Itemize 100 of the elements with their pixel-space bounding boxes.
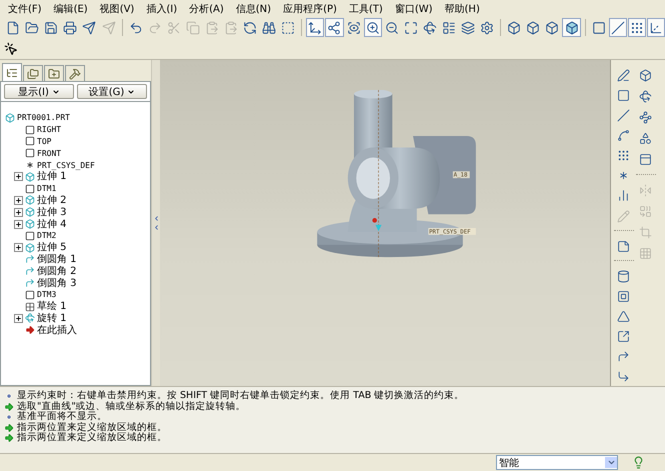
zoom-in-button[interactable] (364, 18, 382, 37)
shaded-cube-button[interactable] (562, 18, 581, 37)
cut-icon (166, 20, 181, 34)
expand-toggle[interactable] (14, 172, 23, 182)
model-tree-tab[interactable] (2, 63, 22, 81)
extrude-icon (25, 195, 35, 206)
spin-center-button[interactable] (325, 18, 344, 37)
orientation-button[interactable] (306, 18, 324, 37)
datum-plane-icon (25, 290, 35, 300)
trim-icon (639, 226, 652, 239)
filter-dropdown[interactable]: 智能 (496, 455, 618, 470)
dropdown-button[interactable]: 设置(G) (77, 84, 147, 99)
mirror-icon (639, 184, 652, 197)
menu-item[interactable]: 帮助(H) (438, 2, 486, 16)
settings-icon (480, 20, 494, 34)
round-icon (25, 278, 35, 288)
tree-item[interactable]: 草绘 1 (37, 301, 67, 312)
tree-item[interactable]: 拉伸 1 (37, 171, 67, 182)
datum-plane-icon (617, 88, 630, 102)
menu-item[interactable]: 编辑(E) (48, 2, 94, 16)
hole-icon (617, 270, 630, 283)
datum-point-icon (630, 20, 644, 34)
extrude-icon (25, 242, 35, 253)
tree-item[interactable]: 拉伸 3 (37, 206, 67, 218)
extrude-icon (25, 207, 35, 218)
tree-item[interactable]: 拉伸 4 (37, 218, 67, 230)
tree-item[interactable]: DTM2 (37, 230, 56, 242)
arrow-icon (4, 422, 14, 433)
datum-axis-icon (610, 20, 625, 34)
note-icon (617, 240, 630, 253)
tree-item[interactable]: DTM3 (37, 289, 56, 300)
tree-item[interactable]: 倒圆角 1 (37, 254, 77, 265)
datum-plane-icon (25, 230, 35, 241)
tree-item[interactable]: TOP (37, 136, 52, 147)
caret-icon (606, 458, 616, 467)
shell-icon (617, 290, 630, 303)
printer-icon (63, 20, 78, 34)
tree-item[interactable]: 在此插入 (37, 324, 77, 336)
context-help-icon[interactable] (4, 42, 18, 56)
tree-item[interactable]: RIGHT (37, 124, 62, 136)
menu-item[interactable]: 信息(N) (230, 2, 278, 16)
menu-item[interactable]: 视图(V) (94, 2, 140, 16)
menu-item[interactable]: 应用程序(P) (277, 2, 343, 16)
folder-tab[interactable] (23, 65, 43, 81)
tree-item[interactable]: 拉伸 5 (37, 242, 67, 254)
rib-icon (617, 310, 630, 324)
tree-item[interactable]: PRT_CSYS_DEF (37, 160, 95, 171)
datum-plane-icon (25, 136, 35, 146)
message-text: 选取"直曲线"或边、轴或坐标系的轴以指定旋转轴。 (17, 402, 246, 412)
tree-item[interactable]: DTM1 (37, 183, 56, 194)
status-light-icon (632, 456, 645, 469)
extrude-icon (25, 172, 35, 182)
blend-icon (639, 132, 652, 145)
orientation-icon (308, 20, 322, 34)
paste-icon (224, 20, 238, 34)
shaded-cube-icon (564, 20, 579, 34)
sketch-icon (617, 68, 630, 82)
expand-toggle[interactable] (14, 208, 23, 217)
menu-item[interactable]: 文件(F) (2, 2, 48, 16)
menu-item[interactable]: 窗口(W) (388, 2, 439, 16)
datum-point-button[interactable] (628, 18, 646, 37)
expand-toggle[interactable] (14, 220, 23, 229)
expand-toggle[interactable] (14, 243, 23, 252)
send-icon (102, 20, 116, 34)
revolve-icon (639, 90, 652, 103)
tree-item[interactable]: 倒圆角 3 (37, 278, 77, 289)
arrow-icon (4, 402, 14, 412)
dropdown-button[interactable]: 显示(I) (4, 84, 74, 99)
tools-tab[interactable] (65, 65, 85, 81)
expand-toggle[interactable] (14, 314, 23, 323)
menu-item[interactable]: 工具(T) (342, 2, 389, 16)
coordinate-system-icon (648, 20, 663, 34)
draft-icon (617, 330, 630, 344)
message-text: 指示两位置来定义缩放区域的框。 (17, 433, 167, 444)
wireframe-cube-icon (526, 20, 540, 34)
datum-axis-button[interactable] (608, 18, 627, 37)
view-icon (346, 20, 361, 34)
zoom-out-icon (384, 20, 399, 34)
datum-point-icon (617, 149, 630, 162)
message-text: 基准平面将不显示。 (17, 412, 107, 422)
tree-item[interactable]: PRT0001.PRT (17, 112, 70, 124)
saved-views-icon (442, 20, 456, 34)
tree-item[interactable]: 倒圆角 2 (37, 266, 77, 277)
coordinate-system-button[interactable] (646, 18, 665, 37)
send-icon (82, 20, 96, 34)
menu-item[interactable]: 分析(A) (183, 2, 230, 16)
insert-arrow-icon (25, 325, 35, 336)
message-text: 指示两位置来定义缩放区域的框。 (17, 422, 167, 433)
tree-item[interactable]: FRONT (37, 148, 62, 159)
tree-item[interactable]: 旋转 1 (37, 312, 67, 324)
tree-item[interactable]: 拉伸 2 (37, 194, 67, 206)
extrude-icon (639, 69, 652, 82)
selection-box-icon (281, 20, 296, 34)
extrude-icon (25, 219, 35, 230)
favorites-folder-tab[interactable] (44, 65, 64, 81)
datum-plane-icon (25, 184, 35, 194)
zoom-in-icon (366, 20, 380, 34)
tools-icon (69, 68, 81, 80)
menu-item[interactable]: 插入(I) (140, 2, 184, 16)
expand-toggle[interactable] (14, 196, 23, 205)
